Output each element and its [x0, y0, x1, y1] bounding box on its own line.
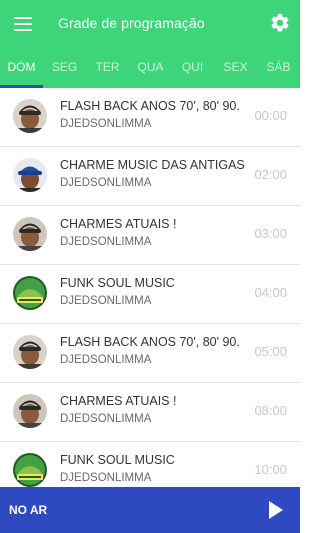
schedule-row[interactable]: CHARMES ATUAIS ! DJEDSONLIMMA 08:00 [0, 383, 300, 442]
show-host: DJEDSONLIMMA [60, 354, 152, 366]
dj-avatar [13, 394, 47, 428]
show-host: DJEDSONLIMMA [60, 295, 152, 307]
show-title: FUNK SOUL MUSIC [60, 276, 175, 290]
play-icon[interactable] [268, 500, 284, 520]
tab-qua[interactable]: QUA [129, 50, 172, 88]
tab-dom[interactable]: DOM [0, 50, 43, 88]
schedule-row[interactable]: FLASH BACK ANOS 70', 80' 90. DJEDSONLIMM… [0, 324, 300, 383]
gear-icon[interactable] [269, 12, 291, 34]
tab-seg[interactable]: SEG [43, 50, 86, 88]
dj-avatar [13, 217, 47, 251]
toolbar: Grade de programação [0, 0, 300, 50]
show-time: 10:00 [254, 462, 287, 477]
show-time: 00:00 [254, 108, 287, 123]
schedule-row[interactable]: CHARMES ATUAIS ! DJEDSONLIMMA 03:00 [0, 206, 300, 265]
show-time: 04:00 [254, 285, 287, 300]
on-air-label: NO AR [9, 503, 48, 517]
show-time: 08:00 [254, 403, 287, 418]
schedule-row[interactable]: FUNK SOUL MUSIC DJEDSONLIMMA 04:00 [0, 265, 300, 324]
tab-sab[interactable]: SÁB [257, 50, 300, 88]
show-title: FUNK SOUL MUSIC [60, 453, 175, 467]
app-bar: Grade de programação DOM SEG TER QUA QUI… [0, 0, 300, 88]
show-title: FLASH BACK ANOS 70', 80' 90. [60, 335, 240, 349]
day-tabs: DOM SEG TER QUA QUI SEX SÁB [0, 50, 300, 88]
show-host: DJEDSONLIMMA [60, 472, 152, 484]
schedule-row[interactable]: CHARME MUSIC DAS ANTIGAS DJEDSONLIMMA 02… [0, 147, 300, 206]
show-title: CHARMES ATUAIS ! [60, 217, 177, 231]
dj-avatar [13, 335, 47, 369]
hamburger-menu-icon[interactable] [14, 17, 32, 31]
schedule-row[interactable]: FLASH BACK ANOS 70', 80' 90. DJEDSONLIMM… [0, 88, 300, 147]
show-time: 02:00 [254, 167, 287, 182]
show-host: DJEDSONLIMMA [60, 236, 152, 248]
green-logo-icon [13, 276, 47, 310]
tab-qui[interactable]: QUI [171, 50, 214, 88]
now-playing-bar: NO AR [0, 487, 300, 533]
show-host: DJEDSONLIMMA [60, 413, 152, 425]
show-time: 03:00 [254, 226, 287, 241]
dj-avatar [13, 99, 47, 133]
dj-avatar [13, 158, 47, 192]
show-title: CHARMES ATUAIS ! [60, 394, 177, 408]
show-time: 05:00 [254, 344, 287, 359]
show-title: CHARME MUSIC DAS ANTIGAS [60, 158, 245, 172]
tab-ter[interactable]: TER [86, 50, 129, 88]
show-host: DJEDSONLIMMA [60, 177, 152, 189]
tab-sex[interactable]: SEX [214, 50, 257, 88]
show-host: DJEDSONLIMMA [60, 118, 152, 130]
page-title: Grade de programação [58, 15, 205, 31]
green-logo-icon [13, 453, 47, 487]
show-title: FLASH BACK ANOS 70', 80' 90. [60, 99, 240, 113]
